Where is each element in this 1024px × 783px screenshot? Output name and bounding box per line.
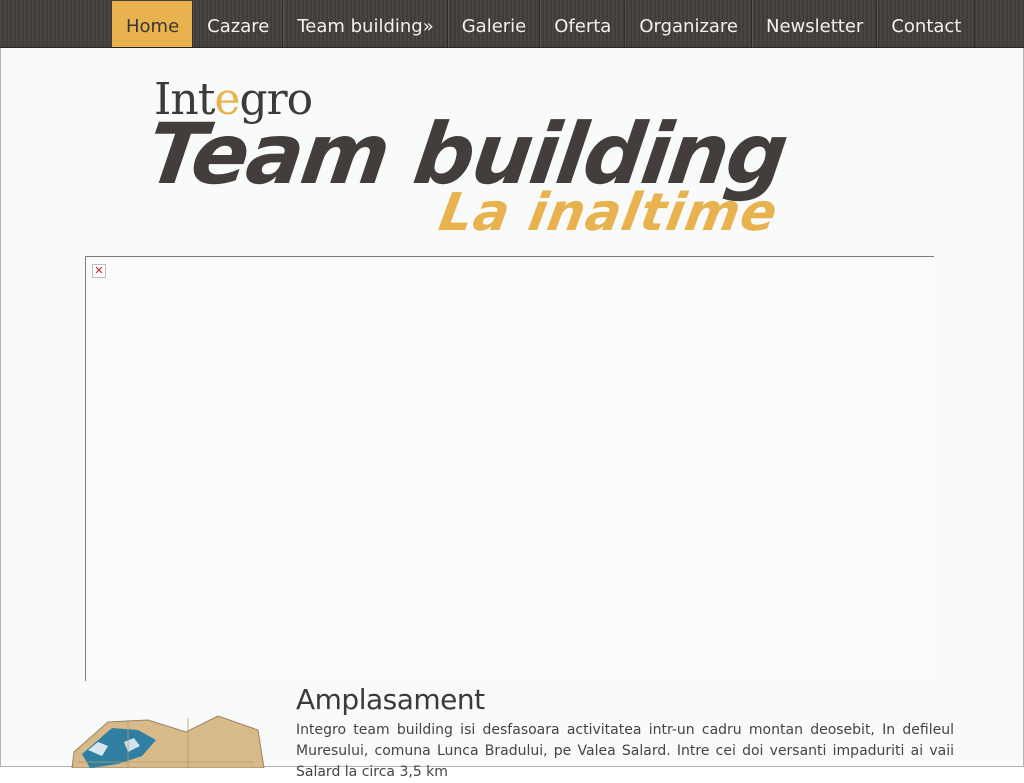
nav-item-newsletter[interactable]: Newsletter (752, 1, 878, 47)
nav-item-contact[interactable]: Contact (877, 1, 976, 47)
broken-image-icon: ✕ (92, 264, 106, 278)
nav-item-oferta[interactable]: Oferta (540, 1, 626, 47)
section-title: Amplasament (296, 683, 485, 716)
nav-item-home[interactable]: Home (112, 1, 194, 47)
logo-subline: La inaltime (434, 183, 783, 243)
nav-item-galerie[interactable]: Galerie (447, 1, 541, 47)
section-body-text: Integro team building isi desfasoara act… (296, 722, 954, 780)
map-thumbnail-icon[interactable] (68, 712, 268, 768)
nav-item-team-building[interactable]: Team building» (283, 1, 448, 47)
top-navigation-bar: Home Cazare Team building» Galerie Ofert… (0, 0, 1024, 48)
nav-item-cazare[interactable]: Cazare (193, 1, 284, 47)
nav-item-organizare[interactable]: Organizare (625, 1, 753, 47)
main-nav: Home Cazare Team building» Galerie Ofert… (112, 1, 976, 47)
image-slider[interactable]: ✕ (85, 256, 934, 681)
